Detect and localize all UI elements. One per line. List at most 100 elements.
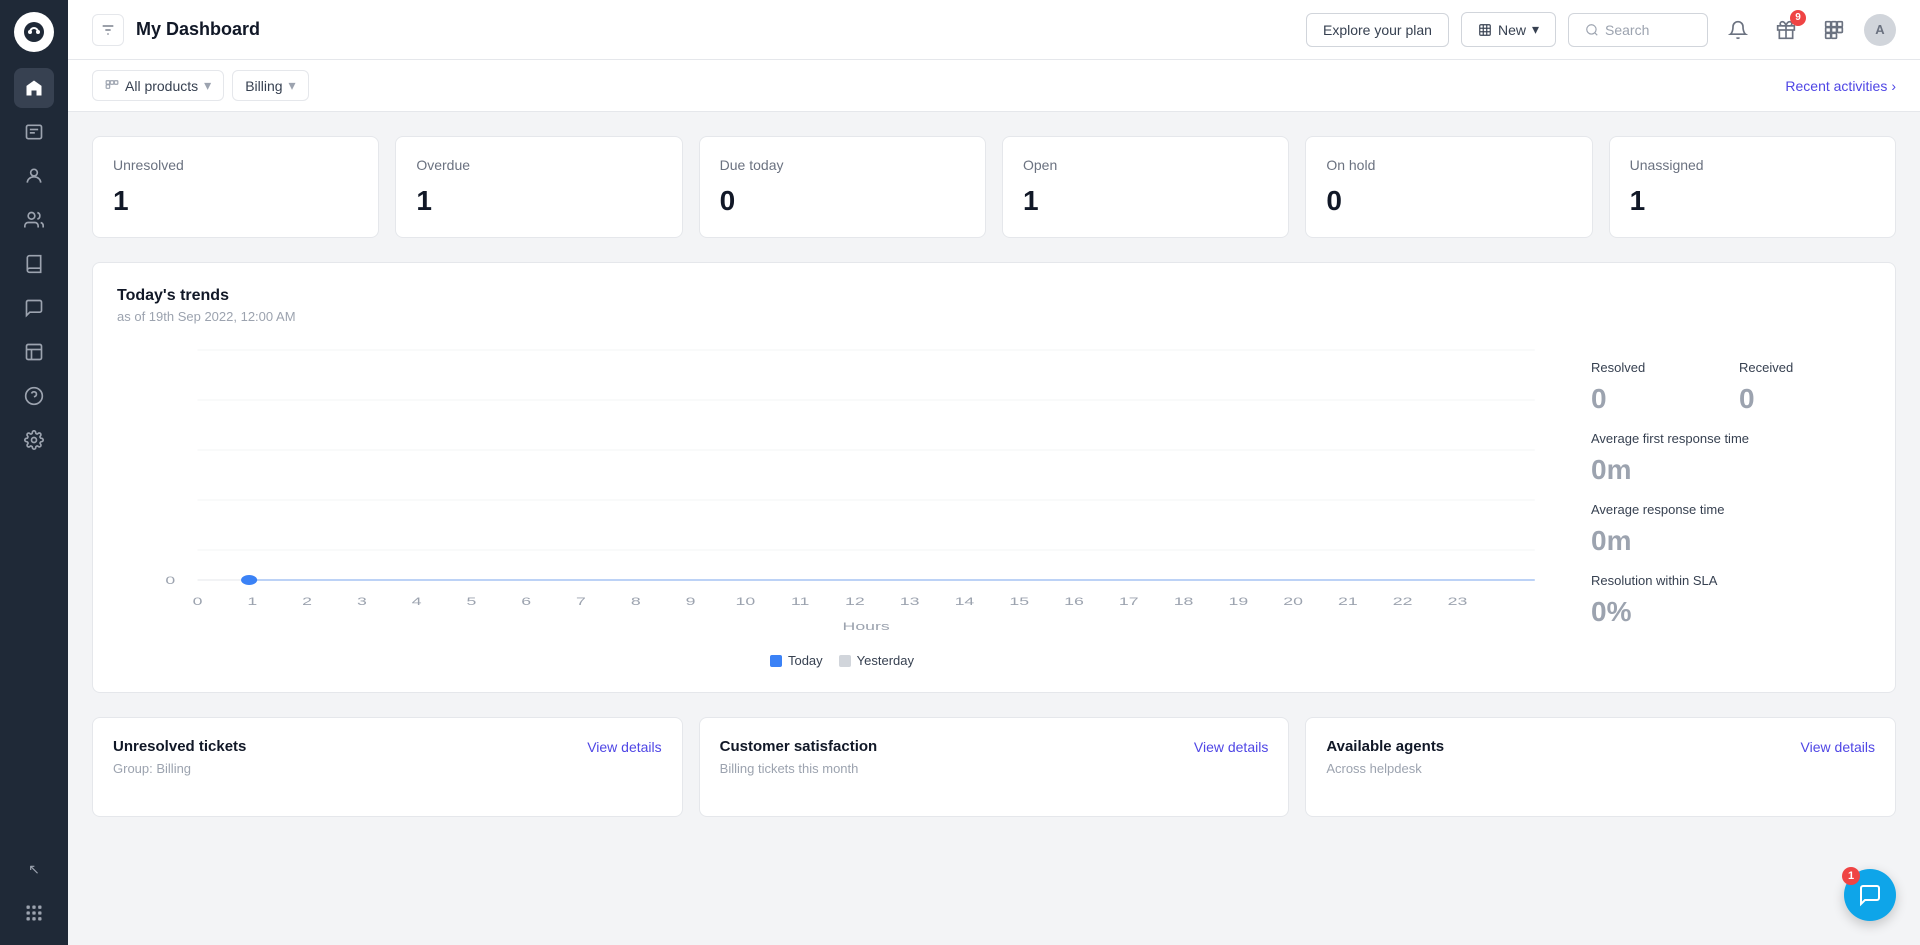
unresolved-tickets-title: Unresolved tickets: [113, 738, 246, 755]
all-products-filter[interactable]: All products ▾: [92, 70, 224, 101]
sidebar-item-companies[interactable]: [14, 200, 54, 240]
resolved-label: Resolved: [1591, 360, 1723, 375]
keypad-button[interactable]: [1816, 12, 1852, 48]
stat-value-overdue: 1: [416, 185, 661, 217]
resolution-sla-value: 0%: [1591, 596, 1871, 628]
all-products-chevron: ▾: [204, 77, 211, 94]
new-dropdown-icon: ▾: [1532, 21, 1539, 38]
svg-text:3: 3: [357, 596, 367, 608]
sidebar-item-help[interactable]: [14, 376, 54, 416]
svg-text:16: 16: [1064, 596, 1084, 608]
stat-value-onhold: 0: [1326, 185, 1571, 217]
trends-section: Today's trends as of 19th Sep 2022, 12:0…: [92, 262, 1896, 693]
svg-text:6: 6: [521, 596, 531, 608]
billing-label: Billing: [245, 78, 282, 94]
svg-text:20: 20: [1283, 596, 1303, 608]
legend-today: Today: [770, 653, 823, 668]
sidebar-item-reports[interactable]: [14, 332, 54, 372]
svg-text:0: 0: [165, 575, 175, 587]
sidebar: ↖: [0, 0, 68, 945]
received-value: 0: [1739, 383, 1871, 415]
svg-text:18: 18: [1174, 596, 1194, 608]
svg-text:15: 15: [1009, 596, 1029, 608]
stat-value-unassigned: 1: [1630, 185, 1875, 217]
svg-text:4: 4: [412, 596, 422, 608]
page-title: My Dashboard: [136, 19, 1306, 40]
sidebar-item-contacts[interactable]: [14, 156, 54, 196]
resolution-sla-label: Resolution within SLA: [1591, 573, 1871, 588]
sidebar-item-settings[interactable]: [14, 420, 54, 460]
stat-card-due-today: Due today 0: [699, 136, 986, 238]
filter-button[interactable]: [92, 14, 124, 46]
stats-grid: Unresolved 1 Overdue 1 Due today 0 Open …: [92, 136, 1896, 238]
customer-satisfaction-card: Customer satisfaction View details Billi…: [699, 717, 1290, 817]
customer-satisfaction-sub: Billing tickets this month: [720, 761, 1269, 776]
svg-text:7: 7: [576, 596, 586, 608]
gift-button[interactable]: 9: [1768, 12, 1804, 48]
customer-satisfaction-header: Customer satisfaction View details: [720, 738, 1269, 755]
recent-activities-link[interactable]: Recent activities ›: [1785, 78, 1896, 94]
chart-area: 0 0 1 2 3 4 5 6 7 8: [117, 340, 1567, 668]
svg-text:17: 17: [1119, 596, 1139, 608]
content-area: Unresolved 1 Overdue 1 Due today 0 Open …: [68, 112, 1920, 945]
stat-card-unassigned: Unassigned 1: [1609, 136, 1896, 238]
svg-text:9: 9: [686, 596, 696, 608]
chat-bubble-badge: 1: [1842, 867, 1860, 885]
sidebar-item-conversations[interactable]: [14, 288, 54, 328]
stat-label-open: Open: [1023, 157, 1268, 173]
trends-subtitle: as of 19th Sep 2022, 12:00 AM: [117, 309, 1871, 324]
svg-text:11: 11: [791, 596, 809, 608]
stat-card-open: Open 1: [1002, 136, 1289, 238]
trends-title: Today's trends: [117, 287, 1871, 305]
available-agents-header: Available agents View details: [1326, 738, 1875, 755]
sidebar-item-home[interactable]: [14, 68, 54, 108]
customer-satisfaction-link[interactable]: View details: [1194, 739, 1268, 755]
trend-chart: 0 0 1 2 3 4 5 6 7 8: [117, 340, 1567, 640]
sub-header: All products ▾ Billing ▾ Recent activiti…: [68, 60, 1920, 112]
customer-satisfaction-title: Customer satisfaction: [720, 738, 878, 755]
available-agents-sub: Across helpdesk: [1326, 761, 1875, 776]
billing-filter[interactable]: Billing ▾: [232, 70, 308, 101]
svg-text:2: 2: [302, 596, 312, 608]
unresolved-tickets-link[interactable]: View details: [587, 739, 661, 755]
available-agents-card: Available agents View details Across hel…: [1305, 717, 1896, 817]
stat-value-unresolved: 1: [113, 185, 358, 217]
user-avatar[interactable]: A: [1864, 14, 1896, 46]
header-actions: Explore your plan New ▾ Search 9 A: [1306, 12, 1896, 48]
unresolved-tickets-card: Unresolved tickets View details Group: B…: [92, 717, 683, 817]
sidebar-item-apps[interactable]: [14, 893, 54, 933]
billing-chevron: ▾: [289, 77, 296, 94]
legend-yesterday-label: Yesterday: [857, 653, 914, 668]
notifications-button[interactable]: [1720, 12, 1756, 48]
trends-content: 0 0 1 2 3 4 5 6 7 8: [117, 340, 1871, 668]
available-agents-title: Available agents: [1326, 738, 1444, 755]
svg-text:13: 13: [900, 596, 920, 608]
svg-text:1: 1: [247, 596, 257, 608]
bottom-cards-grid: Unresolved tickets View details Group: B…: [92, 717, 1896, 817]
legend-yesterday: Yesterday: [839, 653, 914, 668]
available-agents-link[interactable]: View details: [1801, 739, 1875, 755]
svg-text:5: 5: [467, 596, 477, 608]
search-button[interactable]: Search: [1568, 13, 1708, 47]
trends-stats-side: Resolved 0 Received 0 Average first resp…: [1591, 340, 1871, 668]
sidebar-item-cursor: ↖: [14, 849, 54, 889]
svg-text:0: 0: [193, 596, 203, 608]
stat-label-due-today: Due today: [720, 157, 965, 173]
resolved-stat: Resolved 0: [1591, 360, 1723, 415]
stat-card-onhold: On hold 0: [1305, 136, 1592, 238]
explore-plan-button[interactable]: Explore your plan: [1306, 13, 1449, 47]
chart-legend: Today Yesterday: [117, 653, 1567, 668]
avg-response-label: Average response time: [1591, 502, 1871, 517]
new-button[interactable]: New ▾: [1461, 12, 1556, 47]
stat-card-overdue: Overdue 1: [395, 136, 682, 238]
new-label: New: [1498, 22, 1526, 38]
avg-first-response-stat: Average first response time 0m: [1591, 431, 1871, 486]
app-logo[interactable]: [14, 12, 54, 52]
sidebar-item-knowledge[interactable]: [14, 244, 54, 284]
sidebar-item-tickets[interactable]: [14, 112, 54, 152]
svg-text:12: 12: [845, 596, 865, 608]
chat-bubble-button[interactable]: 1: [1844, 869, 1896, 921]
unresolved-tickets-header: Unresolved tickets View details: [113, 738, 662, 755]
stat-label-overdue: Overdue: [416, 157, 661, 173]
legend-today-dot: [770, 655, 782, 667]
